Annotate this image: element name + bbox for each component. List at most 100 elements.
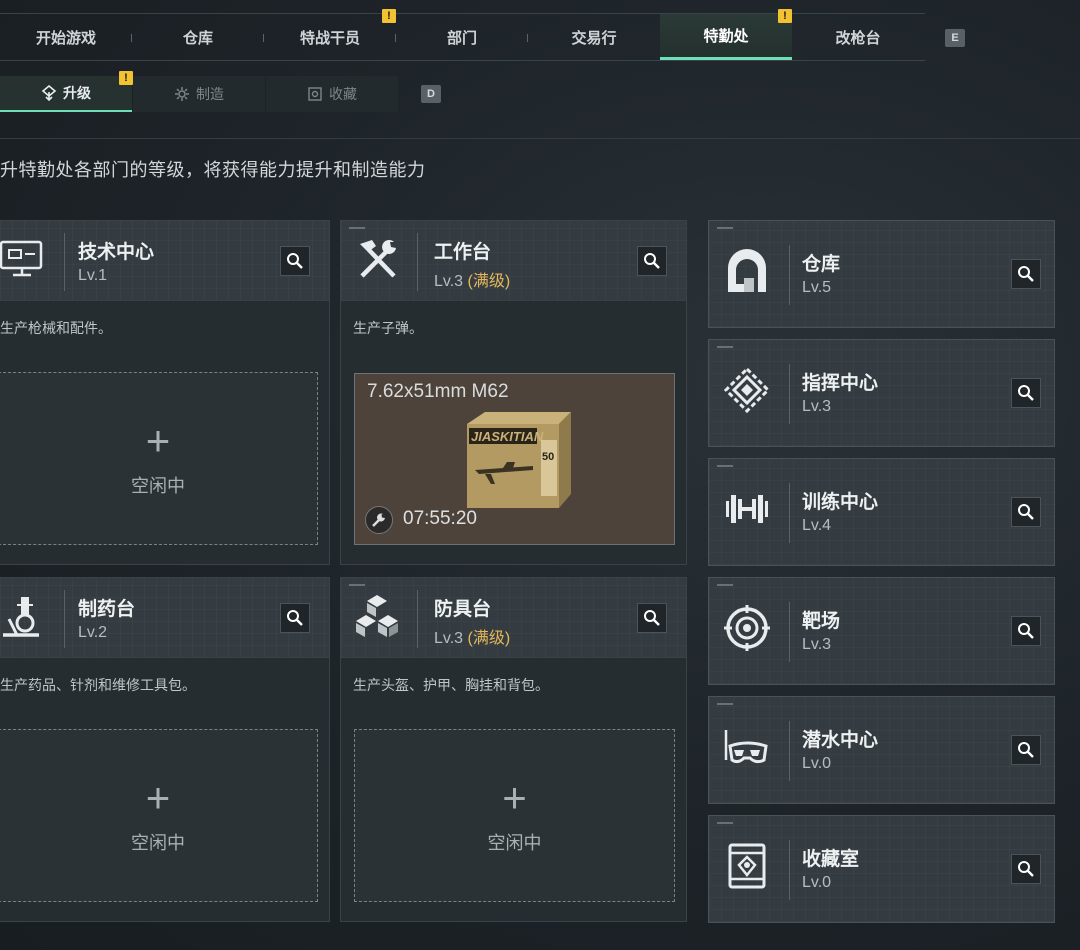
tab-label: 改枪台 [835, 29, 881, 47]
target-icon [723, 604, 771, 652]
facility-card-collection-room[interactable]: 收藏室 Lv.0 [708, 815, 1055, 923]
alert-badge-special-ops: ! [778, 9, 792, 23]
card-title: 技术中心 [78, 242, 155, 263]
search-icon [287, 253, 303, 269]
tab-label: 特勤处 [703, 28, 749, 45]
subtab-label: 升级 [63, 85, 91, 101]
tab-operators[interactable]: 特战干员 [264, 14, 396, 60]
card-header: 工作台 Lv.3 (满级) [341, 221, 686, 301]
card-title: 防具台 [434, 599, 492, 620]
subtab-upgrade[interactable]: 升级 [0, 76, 132, 112]
facility-level: Lv.0 [802, 755, 832, 772]
card-header: 防具台 Lv.3 (满级) [341, 578, 686, 658]
search-button[interactable] [637, 603, 667, 633]
search-button[interactable] [280, 246, 310, 276]
add-icon: + [145, 773, 171, 821]
empty-production-slot[interactable]: + 空闲中 [354, 729, 675, 902]
slot-status: 空闲中 [487, 832, 542, 853]
sub-nav-tabs: 升级 制造 收藏 [0, 76, 399, 112]
add-icon: + [502, 773, 527, 821]
facility-card-warehouse[interactable]: 仓库 Lv.5 [708, 220, 1055, 328]
card-header: 技术中心 Lv.1 [0, 221, 329, 301]
microscope-icon [0, 592, 46, 640]
next-tab-key-hint[interactable]: E [945, 29, 965, 47]
tab-label: 交易行 [571, 29, 617, 47]
card-description: 生产枪械和配件。 [0, 320, 112, 336]
subtab-craft[interactable]: 制造 [133, 76, 265, 112]
card-title: 工作台 [434, 242, 492, 263]
next-subtab-key-hint[interactable]: D [421, 85, 441, 103]
search-button[interactable] [1011, 616, 1041, 646]
card-level: Lv.1 [78, 267, 108, 284]
add-icon: + [145, 416, 171, 464]
department-card-workbench: 工作台 Lv.3 (满级) 生产子弹。 7.62x51mm M62 JIASKI… [340, 220, 687, 565]
search-icon [287, 610, 303, 626]
department-card-pharmacy: 制药台 Lv.2 生产药品、针剂和维修工具包。 + 空闲中 [0, 577, 330, 922]
monitor-icon [0, 235, 46, 283]
facility-card-shooting-range[interactable]: 靶场 Lv.3 [708, 577, 1055, 685]
tab-warehouse[interactable]: 仓库 [132, 14, 264, 60]
subtab-label: 收藏 [329, 86, 357, 102]
search-button[interactable] [1011, 259, 1041, 289]
ammo-box-image: JIASKITIAN 50 [463, 410, 573, 510]
production-slot[interactable]: 7.62x51mm M62 JIASKITIAN 50 07:55:20 [354, 373, 675, 545]
subtab-collection[interactable]: 收藏 [266, 76, 398, 112]
search-icon [1018, 504, 1034, 520]
max-level-tag: (满级) [467, 273, 511, 290]
max-level-tag: (满级) [467, 630, 511, 647]
page-description: 升特勤处各部门的等级，将获得能力提升和制造能力 [0, 160, 426, 180]
card-description: 生产子弹。 [353, 320, 423, 336]
search-button[interactable] [1011, 378, 1041, 408]
tab-label: 仓库 [182, 29, 213, 47]
tab-special-ops[interactable]: 特勤处 [660, 14, 792, 60]
production-item-name: 7.62x51mm M62 [367, 381, 509, 402]
dumbbell-icon [723, 485, 771, 533]
facility-card-training-center[interactable]: 训练中心 Lv.4 [708, 458, 1055, 566]
facility-level: Lv.3 [802, 398, 832, 415]
diamond-pattern-icon [723, 366, 771, 414]
facility-level: Lv.4 [802, 517, 832, 534]
empty-production-slot[interactable]: + 空闲中 [0, 729, 318, 902]
level-value: Lv.3 [434, 630, 464, 647]
level-value: Lv.3 [434, 273, 464, 290]
facility-card-command-center[interactable]: 指挥中心 Lv.3 [708, 339, 1055, 447]
facility-name: 训练中心 [802, 492, 879, 513]
hammer-wrench-icon [353, 235, 401, 283]
search-icon [1018, 385, 1034, 401]
search-button[interactable] [1011, 497, 1041, 527]
search-button[interactable] [1011, 735, 1041, 765]
search-button[interactable] [1011, 854, 1041, 884]
card-title: 制药台 [78, 599, 136, 620]
collection-icon [308, 87, 322, 101]
tab-label: 特战干员 [299, 29, 360, 47]
search-icon [1018, 623, 1034, 639]
card-description: 生产头盔、护甲、胸挂和背包。 [353, 677, 549, 693]
facility-name: 收藏室 [802, 849, 860, 870]
wrench-icon [365, 506, 393, 534]
search-button[interactable] [280, 603, 310, 633]
card-level: Lv.3 (满级) [434, 267, 510, 291]
production-timer: 07:55:20 [403, 508, 477, 529]
facility-name: 靶场 [802, 611, 841, 632]
search-icon [644, 610, 660, 626]
cubes-icon [353, 592, 401, 640]
subtab-label: 制造 [196, 86, 224, 102]
tab-start-game[interactable]: 开始游戏 [0, 14, 132, 60]
tab-trading[interactable]: 交易行 [528, 14, 660, 60]
vault-icon [723, 247, 771, 295]
search-button[interactable] [637, 246, 667, 276]
search-icon [1018, 861, 1034, 877]
facility-name: 潜水中心 [802, 730, 879, 751]
box-count-text: 50 [542, 451, 554, 463]
upgrade-icon [41, 85, 57, 101]
slot-status: 空闲中 [131, 475, 185, 496]
card-header: 制药台 Lv.2 [0, 578, 329, 658]
department-card-armor-bench: 防具台 Lv.3 (满级) 生产头盔、护甲、胸挂和背包。 + 空闲中 [340, 577, 687, 922]
empty-production-slot[interactable]: + 空闲中 [0, 372, 318, 545]
tab-gunsmith[interactable]: 改枪台 [792, 14, 924, 60]
facility-level: Lv.3 [802, 636, 832, 653]
tab-department[interactable]: 部门 [396, 14, 528, 60]
search-icon [1018, 266, 1034, 282]
facility-name: 指挥中心 [802, 373, 879, 394]
facility-card-diving-center[interactable]: 潜水中心 Lv.0 [708, 696, 1055, 804]
